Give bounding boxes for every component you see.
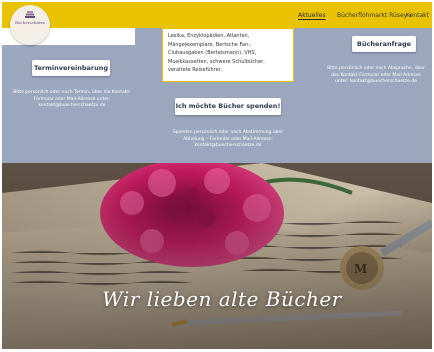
info-card-center: Lexika, Enzyklopädien, Atlanten, Mängele…: [162, 28, 294, 82]
page: Aktuelles Bücherflohmarkt Rüsey ▾ Kontakt…: [2, 2, 432, 349]
buecher-spenden-button[interactable]: Ich möchte Bücher spenden!: [175, 98, 281, 115]
buecheranfrage-text: Bitte persönlich oder nach Absprache, üb…: [327, 66, 425, 84]
nav-item-kontakt[interactable]: Kontakt: [406, 12, 429, 19]
nav-item-label: Bücherflohmarkt Rüsey: [337, 12, 408, 19]
logo-text: Bücherschätze: [15, 20, 45, 25]
terminvereinbarung-button[interactable]: Terminvereinbarung: [32, 60, 110, 76]
hero-image: M Wir lieben alte Bücher: [2, 163, 432, 349]
buecheranfrage-button[interactable]: Bücheranfrage: [352, 36, 416, 52]
top-header: Aktuelles Bücherflohmarkt Rüsey ▾ Kontakt: [2, 2, 432, 28]
site-logo[interactable]: Bücherschätze: [10, 5, 50, 45]
buecher-spenden-text: Spenden persönlich oder nach Abstimmung …: [172, 130, 284, 148]
hero-title: Wir lieben alte Bücher: [102, 287, 342, 311]
nav-item-aktuelles[interactable]: Aktuelles: [298, 12, 326, 19]
info-card-text: Lexika, Enzyklopädien, Atlanten, Mängele…: [168, 33, 265, 73]
nav-item-buecherflohmarkt[interactable]: Bücherflohmarkt Rüsey ▾: [337, 12, 412, 19]
terminvereinbarung-text: Bitte persönlich oder nach Termin, über …: [13, 90, 131, 108]
book-stack-logo-icon: [25, 11, 35, 18]
carnation-on-letters-photo: M: [2, 163, 432, 349]
